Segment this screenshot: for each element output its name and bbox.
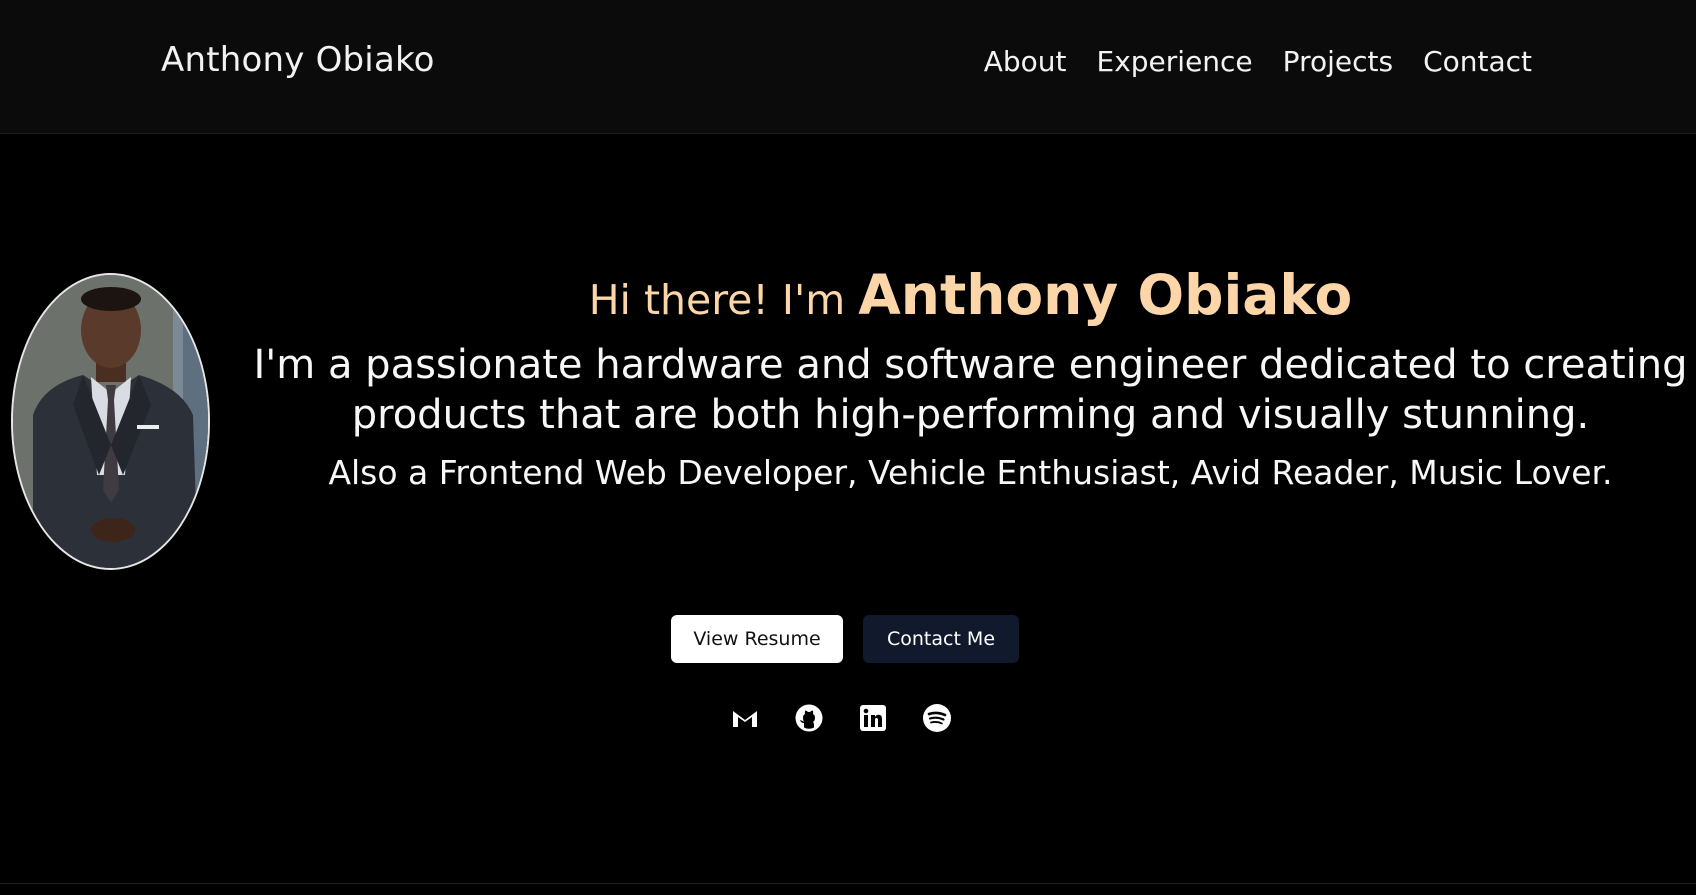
brand-logo-text[interactable]: Anthony Obiako [161, 40, 435, 80]
linkedin-icon[interactable] [858, 703, 888, 733]
tagline: I'm a passionate hardware and software e… [253, 342, 1688, 438]
view-resume-button[interactable]: View Resume [671, 615, 843, 663]
greeting-prefix: Hi there! I'm [588, 276, 859, 324]
page-divider [0, 883, 1696, 884]
spotify-icon[interactable] [922, 703, 952, 733]
gmail-icon[interactable] [730, 703, 760, 733]
greeting-name: Anthony Obiako [858, 263, 1353, 327]
nav-about[interactable]: About [984, 45, 1067, 78]
also-line: Also a Frontend Web Developer, Vehicle E… [328, 453, 1613, 492]
nav-links: About Experience Projects Contact [984, 45, 1532, 78]
greeting-heading: Hi there! I'm Anthony Obiako [250, 265, 1691, 330]
profile-photo [11, 273, 210, 570]
navbar: Anthony Obiako About Experience Projects… [0, 0, 1696, 134]
portrait-illustration [13, 275, 208, 568]
hero-text: Hi there! I'm Anthony Obiako I'm a passi… [250, 265, 1691, 496]
social-links [730, 703, 952, 733]
cta-buttons: View Resume Contact Me [671, 615, 1019, 663]
hero-section: Hi there! I'm Anthony Obiako I'm a passi… [0, 135, 1696, 883]
nav-contact[interactable]: Contact [1423, 45, 1532, 78]
github-icon[interactable] [794, 703, 824, 733]
nav-projects[interactable]: Projects [1283, 45, 1393, 78]
nav-experience[interactable]: Experience [1097, 45, 1253, 78]
contact-me-button[interactable]: Contact Me [863, 615, 1019, 663]
